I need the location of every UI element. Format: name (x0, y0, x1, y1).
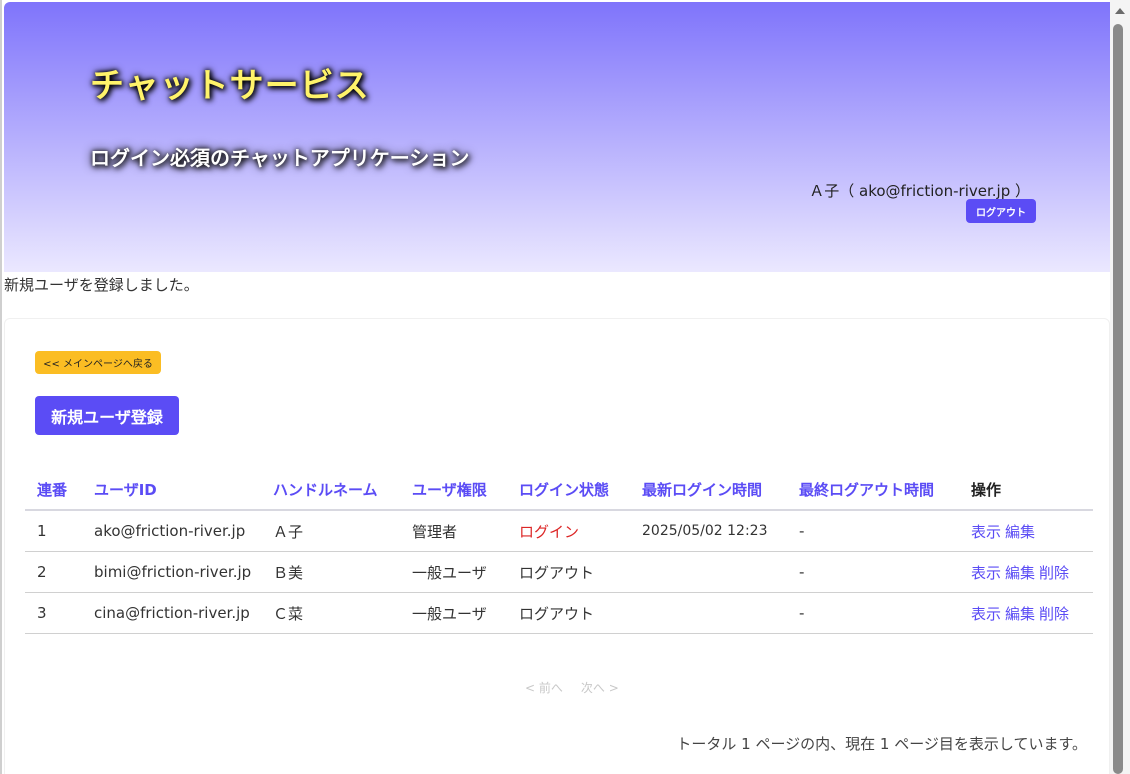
cell-user-id: ako@friction-river.jp (82, 510, 261, 552)
cell-handle: Ｃ菜 (261, 592, 400, 634)
table-row: 1 ako@friction-river.jp Ａ子 管理者 ログイン 2025… (25, 510, 1093, 552)
page-total-text: トータル 1 ページの内、現在 1 ページ目を表示しています。 (676, 735, 1087, 753)
user-list-card: << メインページへ戻る 新規ユーザ登録 連番 ユーザID ハンドルネーム ユー… (4, 318, 1110, 774)
cell-login-status: ログイン (507, 510, 630, 552)
col-header-last-logout: 最終ログアウト時間 (787, 469, 959, 511)
cell-role: 一般ユーザ (400, 551, 507, 593)
scroll-up-arrow-icon[interactable] (1115, 8, 1125, 14)
table-row: 2 bimi@friction-river.jp Ｂ美 一般ユーザ ログアウト … (25, 551, 1093, 593)
cell-no: 2 (25, 551, 82, 593)
site-tagline: ログイン必須のチャットアプリケーション (90, 146, 470, 170)
vertical-scrollbar[interactable] (1110, 0, 1130, 774)
cell-handle: Ａ子 (261, 510, 400, 552)
cell-last-logout: - (787, 551, 959, 593)
edit-link[interactable]: 編集 (1005, 605, 1035, 623)
site-title: チャットサービス (90, 66, 370, 106)
col-header-role: ユーザ権限 (400, 469, 507, 511)
col-header-operations: 操作 (959, 469, 1093, 511)
next-page-link[interactable]: 次へ > (581, 681, 619, 695)
cell-no: 3 (25, 592, 82, 634)
cell-no: 1 (25, 510, 82, 552)
cell-role: 管理者 (400, 510, 507, 552)
cell-last-logout: - (787, 510, 959, 552)
delete-link[interactable]: 削除 (1039, 605, 1069, 623)
col-header-no: 連番 (25, 469, 82, 511)
show-link[interactable]: 表示 (971, 523, 1001, 541)
user-table: 連番 ユーザID ハンドルネーム ユーザ権限 ログイン状態 最新ログイン時間 最… (25, 469, 1093, 634)
table-row: 3 cina@friction-river.jp Ｃ菜 一般ユーザ ログアウト … (25, 592, 1093, 634)
col-header-user-id: ユーザID (82, 469, 261, 511)
flash-message: 新規ユーザを登録しました。 (4, 276, 199, 294)
cell-role: 一般ユーザ (400, 592, 507, 634)
new-user-button[interactable]: 新規ユーザ登録 (35, 396, 179, 435)
pagination: < 前へ 次へ > (525, 679, 637, 696)
cell-operations: 表示 編集 削除 (959, 592, 1093, 634)
col-header-last-login: 最新ログイン時間 (630, 469, 787, 511)
cell-handle: Ｂ美 (261, 551, 400, 593)
cell-user-id: bimi@friction-river.jp (82, 551, 261, 593)
cell-operations: 表示 編集 削除 (959, 551, 1093, 593)
back-to-main-button[interactable]: << メインページへ戻る (35, 351, 161, 374)
table-header-row: 連番 ユーザID ハンドルネーム ユーザ権限 ログイン状態 最新ログイン時間 最… (25, 469, 1093, 511)
col-header-login-status: ログイン状態 (507, 469, 630, 511)
delete-link[interactable]: 削除 (1039, 564, 1069, 582)
browser-viewport: チャットサービス ログイン必須のチャットアプリケーション Ａ子（ ako@fri… (0, 0, 1110, 774)
cell-login-status: ログアウト (507, 551, 630, 593)
scrollbar-thumb[interactable] (1113, 24, 1123, 774)
edit-link[interactable]: 編集 (1005, 523, 1035, 541)
logout-button[interactable]: ログアウト (966, 199, 1036, 223)
cell-user-id: cina@friction-river.jp (82, 592, 261, 634)
cell-login-status: ログアウト (507, 592, 630, 634)
cell-last-login: 2025/05/02 12:23 (630, 510, 787, 552)
show-link[interactable]: 表示 (971, 605, 1001, 623)
cell-last-login (630, 592, 787, 634)
show-link[interactable]: 表示 (971, 564, 1001, 582)
cell-operations: 表示 編集 (959, 510, 1093, 552)
col-header-handle: ハンドルネーム (261, 469, 400, 511)
hero-header: チャットサービス ログイン必須のチャットアプリケーション Ａ子（ ako@fri… (4, 2, 1110, 272)
prev-page-link[interactable]: < 前へ (525, 681, 563, 695)
current-user-info: Ａ子（ ako@friction-river.jp ） (809, 182, 1030, 200)
cell-last-logout: - (787, 592, 959, 634)
cell-last-login (630, 551, 787, 593)
edit-link[interactable]: 編集 (1005, 564, 1035, 582)
